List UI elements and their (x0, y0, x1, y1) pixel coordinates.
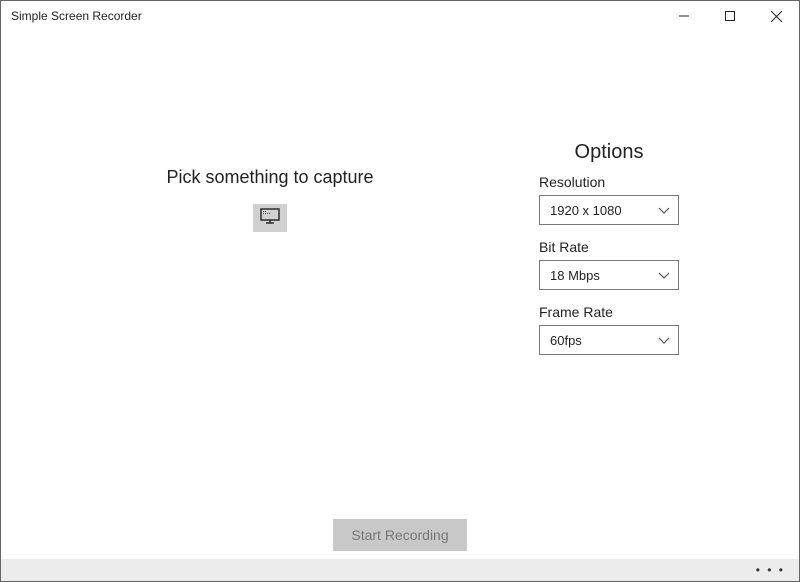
chevron-down-icon (658, 203, 670, 218)
footer: Start Recording (1, 519, 799, 551)
chevron-down-icon (658, 333, 670, 348)
maximize-button[interactable] (707, 1, 753, 31)
bitrate-label: Bit Rate (539, 239, 589, 255)
window-title: Simple Screen Recorder (11, 9, 142, 23)
titlebar: Simple Screen Recorder (1, 1, 799, 31)
main-content: Pick something to capture Options Resolu… (1, 31, 799, 511)
start-recording-button[interactable]: Start Recording (333, 519, 466, 551)
capture-source-button[interactable] (253, 204, 287, 232)
resolution-select[interactable]: 1920 x 1080 (539, 195, 679, 225)
pick-something-label: Pick something to capture (166, 167, 373, 188)
bitrate-select[interactable]: 18 Mbps (539, 260, 679, 290)
bitrate-value: 18 Mbps (550, 268, 600, 283)
status-bar: • • • (1, 559, 799, 581)
framerate-label: Frame Rate (539, 304, 613, 320)
options-pane: Options Resolution 1920 x 1080 Bit Rate … (539, 141, 799, 511)
options-heading: Options (575, 141, 644, 164)
capture-pane: Pick something to capture (1, 141, 539, 511)
monitor-icon (260, 208, 280, 229)
resolution-value: 1920 x 1080 (550, 203, 622, 218)
more-icon[interactable]: • • • (756, 563, 785, 577)
resolution-label: Resolution (539, 174, 605, 190)
chevron-down-icon (658, 268, 670, 283)
close-button[interactable] (753, 1, 799, 31)
framerate-select[interactable]: 60fps (539, 325, 679, 355)
framerate-value: 60fps (550, 333, 582, 348)
minimize-button[interactable] (661, 1, 707, 31)
